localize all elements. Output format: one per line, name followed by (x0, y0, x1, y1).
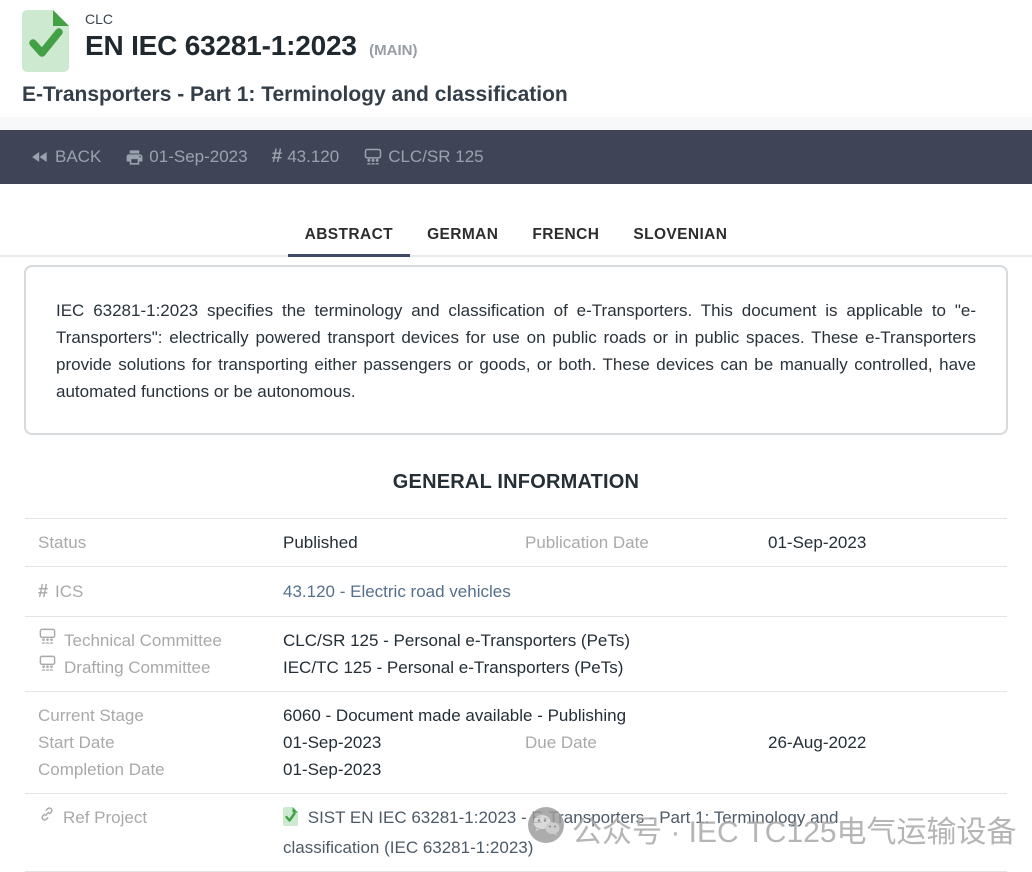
completion-date-label: Completion Date (25, 756, 283, 783)
page-header: CLC EN IEC 63281-1:2023 (MAIN) E-Transpo… (0, 0, 1032, 107)
status-label: Status (25, 529, 283, 556)
ref-project-label: Ref Project (63, 804, 147, 831)
technical-committee-value: CLC/SR 125 - Personal e-Transporters (Pe… (283, 627, 1007, 654)
publication-date-value: 01-Sep-2023 (768, 529, 1007, 556)
abstract-panel: IEC 63281-1:2023 specifies the terminolo… (24, 265, 1008, 435)
document-check-icon (283, 811, 303, 830)
ics-link[interactable]: 43.120 - Electric road vehicles (283, 578, 511, 605)
committee-icon (38, 654, 57, 681)
tab-abstract[interactable]: ABSTRACT (288, 214, 410, 257)
due-date-value: 26-Aug-2022 (768, 729, 1007, 756)
page-subtitle: E-Transporters - Part 1: Terminology and… (22, 83, 1010, 107)
page-title: EN IEC 63281-1:2023 (85, 30, 357, 61)
due-date-value-col: 26-Aug-2022 (768, 702, 1007, 783)
ref-project-text: SIST EN IEC 63281-1:2023 - E-Transporter… (283, 808, 838, 857)
document-check-icon (22, 10, 69, 77)
current-stage-value: 6060 - Document made available - Publish… (283, 702, 525, 729)
info-row-status: Status Published Publication Date 01-Sep… (25, 518, 1007, 567)
drafting-committee-value: IEC/TC 125 - Personal e-Transporters (Pe… (283, 654, 1007, 681)
due-date-label: Due Date (525, 729, 768, 756)
tab-german[interactable]: GERMAN (410, 214, 515, 257)
ref-project-link[interactable]: SIST EN IEC 63281-1:2023 - E-Transporter… (283, 804, 898, 861)
printer-icon (125, 148, 144, 167)
committee-icon (363, 147, 383, 167)
info-row-ref-project: Ref Project SIST EN IEC 63281-1:2023 - E… (25, 794, 1007, 872)
organization-label: CLC (85, 11, 417, 27)
status-value: Published (283, 529, 525, 556)
publication-date-item[interactable]: 01-Sep-2023 (125, 147, 247, 167)
info-row-stage: Current Stage Start Date Completion Date… (25, 692, 1007, 794)
ics-code-item[interactable]: # 43.120 (272, 146, 340, 168)
due-date-label-col: Due Date (525, 702, 768, 783)
back-label: BACK (55, 147, 101, 167)
start-date-value: 01-Sep-2023 (283, 729, 525, 756)
back-button[interactable]: BACK (30, 147, 101, 167)
language-tabs: ABSTRACT GERMAN FRENCH SLOVENIAN (0, 214, 1032, 257)
info-row-ics: # ICS 43.120 - Electric road vehicles (25, 567, 1007, 617)
publication-date-label: Publication Date (525, 529, 768, 556)
committee-labels: Technical Committee Drafting Committee (25, 627, 283, 681)
toolbar: BACK 01-Sep-2023 # 43.120 CLC/SR 125 (0, 130, 1032, 184)
committee-icon (38, 627, 57, 654)
ics-code-text: 43.120 (287, 147, 339, 167)
completion-date-value: 01-Sep-2023 (283, 756, 525, 783)
technical-committee-label: Technical Committee (64, 627, 222, 654)
publication-date-text: 01-Sep-2023 (149, 147, 247, 167)
stage-labels: Current Stage Start Date Completion Date (25, 702, 283, 783)
abstract-text: IEC 63281-1:2023 specifies the terminolo… (56, 301, 976, 401)
tab-slovenian[interactable]: SLOVENIAN (616, 214, 744, 257)
general-information-table: Status Published Publication Date 01-Sep… (25, 518, 1007, 872)
ics-label: ICS (55, 578, 83, 605)
committee-text: CLC/SR 125 (388, 147, 483, 167)
general-information-title: GENERAL INFORMATION (0, 471, 1032, 494)
header-divider-strip (0, 117, 1032, 130)
rewind-icon (30, 147, 50, 167)
hash-icon: # (272, 146, 283, 168)
current-stage-label: Current Stage (25, 702, 283, 729)
hash-icon: # (38, 578, 48, 605)
stage-values: 6060 - Document made available - Publish… (283, 702, 525, 783)
committee-values: CLC/SR 125 - Personal e-Transporters (Pe… (283, 627, 1007, 681)
drafting-committee-label: Drafting Committee (64, 654, 210, 681)
tab-french[interactable]: FRENCH (515, 214, 616, 257)
start-date-label: Start Date (25, 729, 283, 756)
info-row-committees: Technical Committee Drafting Committee (25, 617, 1007, 692)
committee-item[interactable]: CLC/SR 125 (363, 147, 483, 167)
main-badge: (MAIN) (369, 42, 417, 59)
link-icon (38, 804, 56, 831)
